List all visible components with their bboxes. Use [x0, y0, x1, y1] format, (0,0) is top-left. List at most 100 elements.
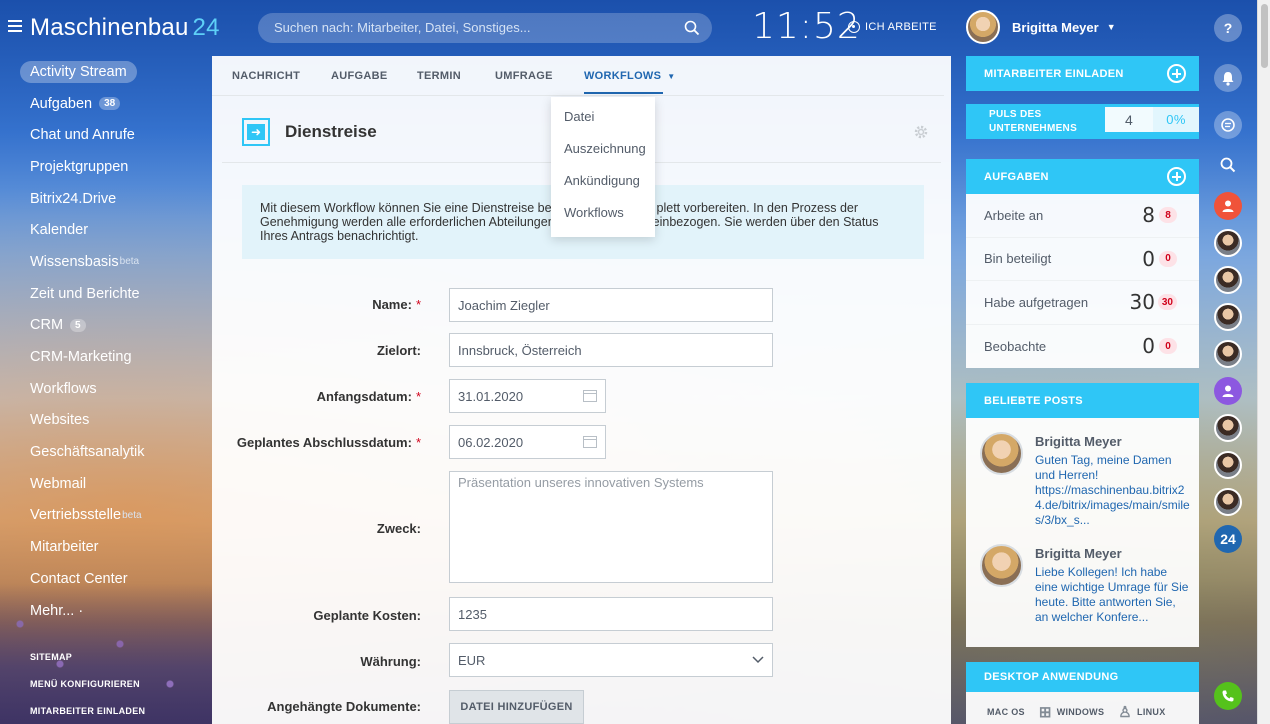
- windows-icon: ⊞: [1038, 704, 1052, 721]
- menu-item-vertriebsstelle[interactable]: Vertriebsstelle beta: [0, 500, 212, 532]
- scrollbar-thumb[interactable]: [1261, 4, 1268, 68]
- chat-icon[interactable]: [1214, 111, 1242, 139]
- avatar[interactable]: [1214, 340, 1242, 368]
- user-icon[interactable]: [1214, 377, 1242, 405]
- zielort-field[interactable]: Innsbruck, Österreich: [449, 333, 773, 367]
- tab-umfrage[interactable]: UMFRAGE: [495, 70, 553, 82]
- menu-item-contact-center[interactable]: Contact Center: [0, 563, 212, 595]
- user-menu[interactable]: Brigitta Meyer ▼: [966, 10, 1116, 44]
- menu-item-workflows[interactable]: Workflows: [0, 373, 212, 405]
- help-icon[interactable]: ?: [1214, 14, 1242, 42]
- phone-icon[interactable]: [1214, 682, 1242, 710]
- menu-item-crm-marketing[interactable]: CRM-Marketing: [0, 341, 212, 373]
- post-text[interactable]: Liebe Kollegen! Ich habe eine wichtige U…: [1035, 565, 1190, 625]
- name-field[interactable]: Joachim Ziegler: [449, 288, 773, 322]
- plus-icon[interactable]: [1167, 64, 1186, 83]
- menu-item-webmail[interactable]: Webmail: [0, 468, 212, 500]
- menu-item-zeit[interactable]: Zeit und Berichte: [0, 278, 212, 310]
- avatar[interactable]: [1214, 414, 1242, 442]
- zweck-textarea[interactable]: Präsentation unseres innovativen Systems: [449, 471, 773, 583]
- bell-icon[interactable]: [1214, 64, 1242, 92]
- search-icon[interactable]: [1214, 151, 1242, 179]
- search-box[interactable]: [258, 13, 712, 43]
- menu-item-label: Vertriebsstelle: [30, 507, 122, 524]
- menu-item-aufgaben[interactable]: Aufgaben 38: [0, 88, 212, 120]
- menu-item-websites[interactable]: Websites: [0, 405, 212, 437]
- right-column: MITARBEITER EINLADEN PULS DES UNTERNEHME…: [966, 56, 1199, 724]
- menu-item-wissensbasis[interactable]: Wissensbasis beta: [0, 246, 212, 278]
- menu-item-chat[interactable]: Chat und Anrufe: [0, 119, 212, 151]
- plus-icon[interactable]: [1167, 167, 1186, 186]
- logo[interactable]: Maschinenbau 24: [30, 14, 220, 42]
- menu-item-label: Zeit und Berichte: [30, 285, 140, 302]
- top-bar: Maschinenbau24 11:52 ICH ARBEITE Brigitt…: [0, 0, 1257, 56]
- page-title: Dienstreise: [285, 122, 377, 141]
- post-text[interactable]: Guten Tag, meine Damen und Herren! https…: [1035, 453, 1190, 528]
- header-label: AUFGABEN: [984, 170, 1049, 183]
- avatar[interactable]: [1214, 266, 1242, 294]
- add-file-button[interactable]: DATEI HINZUFÜGEN: [449, 690, 584, 724]
- download-mac[interactable]: MAC OS: [982, 707, 1025, 717]
- tab-termin[interactable]: TERMIN: [417, 70, 461, 82]
- menu-item-label: Workflows: [30, 380, 97, 397]
- post-item[interactable]: Brigitta Meyer Liebe Kollegen! Ich habe …: [980, 544, 1199, 625]
- menu-item-mitarbeiter[interactable]: Mitarbeiter: [0, 531, 212, 563]
- sitemap-link[interactable]: SITEMAP: [30, 652, 72, 662]
- company-pulse[interactable]: PULS DES UNTERNEHMENS 4 0%: [966, 104, 1199, 139]
- label-text: Anfangsdatum:: [316, 389, 412, 404]
- dropdown-item-workflows[interactable]: Workflows: [551, 205, 655, 237]
- invite-employees-header[interactable]: MITARBEITER EINLADEN: [966, 56, 1199, 91]
- workflow-title-row: ➜ Dienstreise: [242, 118, 377, 146]
- menu-item-activity-stream[interactable]: Activity Stream: [0, 56, 212, 88]
- download-linux[interactable]: ♙ LINUX: [1118, 703, 1165, 721]
- end-date-field[interactable]: 06.02.2020: [449, 425, 606, 459]
- configure-menu-link[interactable]: MENÜ KONFIGURIEREN: [30, 679, 140, 689]
- calendar-icon[interactable]: [583, 436, 597, 448]
- tasks-header[interactable]: AUFGABEN: [966, 159, 1199, 194]
- bitrix24-icon[interactable]: 24: [1214, 525, 1242, 553]
- task-row-beobachte[interactable]: Beobachte 0 0: [966, 325, 1199, 369]
- calendar-icon[interactable]: [583, 390, 597, 402]
- workflows-dropdown-menu: Datei Auszeichnung Ankündigung Workflows: [551, 97, 655, 237]
- gear-icon[interactable]: [913, 124, 929, 140]
- avatar[interactable]: [1214, 451, 1242, 479]
- menu-burger-icon[interactable]: [8, 20, 22, 34]
- post-item[interactable]: Brigitta Meyer Guten Tag, meine Damen un…: [980, 432, 1199, 528]
- menu-item-drive[interactable]: Bitrix24.Drive: [0, 183, 212, 215]
- task-row-bin-beteiligt[interactable]: Bin beteiligt 0 0: [966, 238, 1199, 281]
- avatar[interactable]: [1214, 488, 1242, 516]
- task-counter-badge: 8: [1159, 207, 1177, 224]
- info-text-line1-tail: plett vorbereiten. In den Prozess der: [656, 201, 859, 215]
- task-row-habe-aufgetragen[interactable]: Habe aufgetragen 30 30: [966, 281, 1199, 325]
- user-icon[interactable]: [1214, 192, 1242, 220]
- task-row-arbeite-an[interactable]: Arbeite an 8 8: [966, 194, 1199, 238]
- menu-item-label: Activity Stream: [20, 60, 137, 83]
- logo-number: 24: [192, 14, 220, 41]
- dropdown-item-auszeichnung[interactable]: Auszeichnung: [551, 141, 655, 173]
- waehrung-select[interactable]: EUR: [449, 643, 773, 677]
- tab-nachricht[interactable]: NACHRICHT: [232, 70, 300, 82]
- avatar[interactable]: [1214, 303, 1242, 331]
- task-label: Bin beteiligt: [984, 251, 1052, 267]
- kosten-field[interactable]: 1235: [449, 597, 773, 631]
- invite-employees-link[interactable]: MITARBEITER EINLADEN: [30, 706, 145, 716]
- work-status-button[interactable]: ICH ARBEITE: [848, 21, 937, 33]
- tab-aufgabe[interactable]: AUFGABE: [331, 70, 388, 82]
- search-input[interactable]: [274, 20, 674, 35]
- menu-item-crm[interactable]: CRM 5: [0, 310, 212, 342]
- dropdown-item-ankuendigung[interactable]: Ankündigung: [551, 173, 655, 205]
- page-scrollbar[interactable]: [1257, 0, 1270, 724]
- menu-item-analytik[interactable]: Geschäftsanalytik: [0, 436, 212, 468]
- search-icon[interactable]: [684, 20, 700, 36]
- header-label: MITARBEITER EINLADEN: [984, 67, 1124, 80]
- zweck-label: Zweck:: [376, 521, 421, 536]
- dropdown-item-datei[interactable]: Datei: [551, 109, 655, 141]
- tab-workflows[interactable]: WORKFLOWS ▼: [584, 70, 675, 94]
- menu-item-kalender[interactable]: Kalender: [0, 214, 212, 246]
- download-windows[interactable]: ⊞ WINDOWS: [1039, 703, 1104, 721]
- start-date-field[interactable]: 31.01.2020: [449, 379, 606, 413]
- menu-item-projektgruppen[interactable]: Projektgruppen: [0, 151, 212, 183]
- menu-item-mehr[interactable]: Mehr... ·: [0, 595, 212, 627]
- task-label: Habe aufgetragen: [984, 294, 1089, 310]
- avatar[interactable]: [1214, 229, 1242, 257]
